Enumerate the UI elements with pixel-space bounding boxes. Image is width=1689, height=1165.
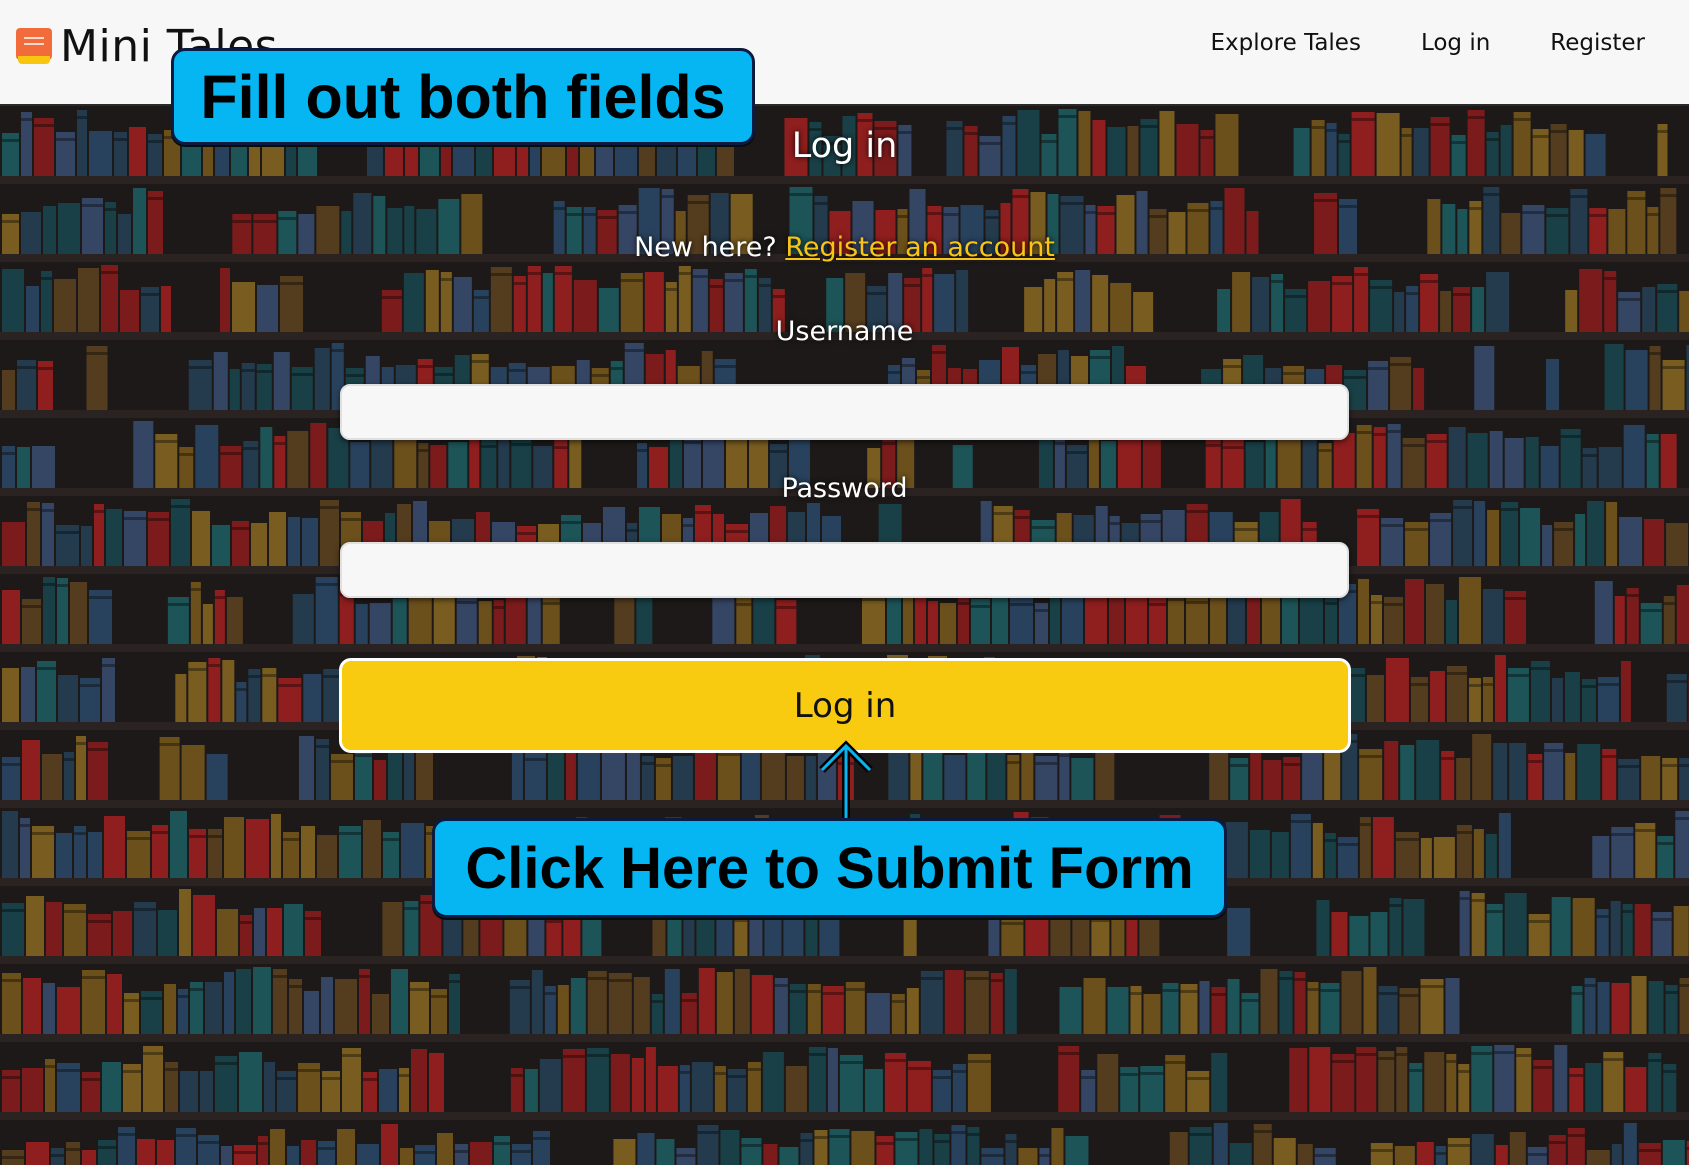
username-label: Username [775,316,914,347]
arrow-up-icon [819,740,873,820]
submit-form-callout: Click Here to Submit Form [432,818,1227,918]
password-label: Password [781,473,908,504]
login-page: Mini Tales Explore Tales Log in Register… [0,0,1689,1165]
nav-register[interactable]: Register [1550,30,1645,56]
register-account-link[interactable]: Register an account [785,232,1055,263]
book-icon [16,28,52,64]
nav-links: Explore Tales Log in Register [1150,30,1645,56]
password-input[interactable] [340,542,1349,598]
nav-log-in[interactable]: Log in [1421,30,1490,56]
register-prompt-text: New here? [634,232,777,263]
bookshelf-background [0,106,1689,1165]
register-prompt: New here? Register an account [0,232,1689,263]
bookshelf-pattern [0,109,1689,1165]
login-submit-button[interactable]: Log in [339,658,1351,753]
fill-fields-callout: Fill out both fields [171,48,755,145]
nav-explore-tales[interactable]: Explore Tales [1210,30,1360,56]
username-input[interactable] [340,384,1349,440]
